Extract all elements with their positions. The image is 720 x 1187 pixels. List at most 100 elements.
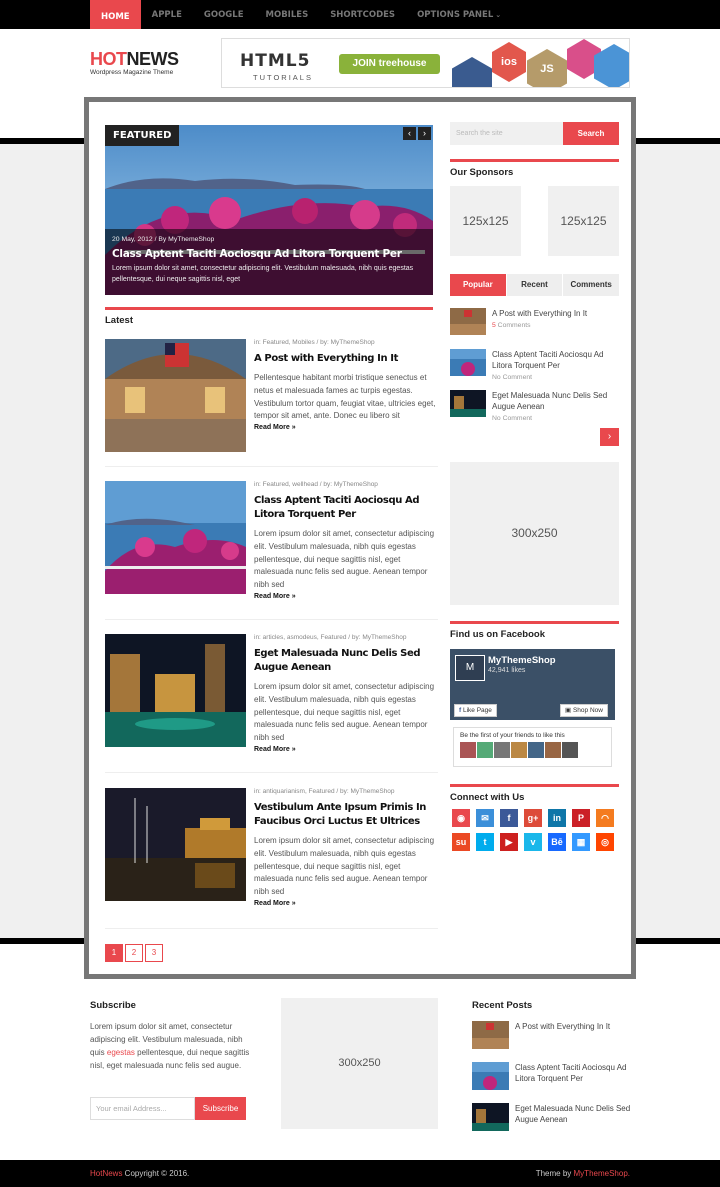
behance-icon[interactable]: Bē (548, 833, 566, 851)
recent-posts-heading: Recent Posts (472, 1000, 533, 1011)
page-2-button[interactable]: 2 (125, 944, 143, 962)
copyright-brand[interactable]: HotNews (90, 1169, 122, 1178)
recent-post-title[interactable]: Eget Malesuada Nunc Delis Sed Augue Aene… (515, 1103, 635, 1125)
banner-subtitle: TUTORIALS (253, 73, 313, 82)
email-icon[interactable]: ✉ (476, 809, 494, 827)
twitter-icon[interactable]: t (476, 833, 494, 851)
hex-js-icon: JS (527, 49, 567, 87)
hex-ios-icon: ios (492, 42, 526, 82)
post-title[interactable]: Vestibulum Ante Ipsum Primis In Faucibus… (254, 801, 438, 829)
tab-post-comments: 5 Comments (492, 320, 619, 331)
ad-125-right[interactable]: 125x125 (548, 186, 619, 256)
tab-post-thumbnail (450, 308, 486, 335)
vimeo-icon[interactable]: v (524, 833, 542, 851)
subscribe-button[interactable]: Subscribe (195, 1097, 246, 1120)
avatar[interactable] (528, 742, 544, 758)
facebook-widget: M MyThemeShop 42,941 likes f Like Page ▣… (450, 649, 615, 769)
header-banner-ad[interactable]: HTML5 TUTORIALS JOIN treehouse ios JS (221, 38, 630, 88)
youtube-icon[interactable]: ▶ (500, 833, 518, 851)
shop-icon: ▣ (565, 707, 573, 714)
dribbble-icon[interactable]: ◉ (452, 809, 470, 827)
facebook-page-name[interactable]: MyThemeShop (488, 655, 556, 666)
reddit-icon[interactable]: ◎ (596, 833, 614, 851)
nav-shortcodes[interactable]: SHORTCODES (319, 0, 406, 29)
featured-title[interactable]: Class Aptent Taciti Aociosqu Ad Litora T… (112, 248, 426, 260)
facebook-icon[interactable]: f (500, 809, 518, 827)
facebook-heading: Find us on Facebook (450, 621, 619, 640)
avatar[interactable] (545, 742, 561, 758)
post-meta: in: articles, asmodeus, Featured / by: M… (254, 634, 407, 641)
tab-post-comments: No Comment (492, 415, 533, 422)
chevron-down-icon: ⌄ (495, 11, 502, 19)
linkedin-icon[interactable]: in (548, 809, 566, 827)
search-button[interactable]: Search (563, 122, 619, 145)
post-body: in: articles, asmodeus, Featured / by: M… (254, 634, 438, 753)
tab-post-title[interactable]: Eget Malesuada Nunc Delis Sed Augue Aene… (492, 390, 619, 412)
post-thumbnail[interactable] (105, 788, 246, 901)
pinterest-icon[interactable]: P (572, 809, 590, 827)
post-title[interactable]: Eget Malesuada Nunc Delis Sed Augue Aene… (254, 647, 438, 675)
read-more-link[interactable]: Read More » (254, 424, 438, 431)
facebook-like-button[interactable]: f Like Page (454, 704, 497, 717)
post-thumbnail[interactable] (105, 481, 246, 594)
connect-heading: Connect with Us (450, 784, 619, 803)
facebook-page-avatar[interactable]: M (455, 655, 485, 681)
tabs-next-button[interactable]: › (600, 428, 619, 446)
avatar[interactable] (460, 742, 476, 758)
ad-300-sidebar[interactable]: 300x250 (450, 462, 619, 605)
nav-home[interactable]: HOME (90, 0, 141, 29)
copyright: HotNews Copyright © 2016. (90, 1160, 189, 1187)
delicious-icon[interactable]: ▦ (572, 833, 590, 851)
tab-post-title[interactable]: A Post with Everything In It (492, 308, 619, 319)
social-icons: ◉ ✉ f g+ in P ◠ su t ▶ v Bē ▦ ◎ (452, 809, 617, 851)
tab-comments[interactable]: Comments (563, 274, 620, 296)
hex-js-label: JS (540, 63, 554, 75)
nav-options-panel[interactable]: OPTIONS PANEL ⌄ (406, 0, 512, 29)
post-item: in: antiquarianism, Featured / by: MyThe… (105, 788, 438, 929)
post-thumbnail[interactable] (105, 339, 246, 452)
friend-avatars (460, 742, 605, 758)
tab-recent[interactable]: Recent (506, 274, 563, 296)
google-plus-icon[interactable]: g+ (524, 809, 542, 827)
search-input[interactable]: Search the site (450, 122, 563, 145)
read-more-link[interactable]: Read More » (254, 900, 438, 907)
rss-icon[interactable]: ◠ (596, 809, 614, 827)
post-title[interactable]: A Post with Everything In It (254, 352, 438, 366)
recent-post-title[interactable]: A Post with Everything In It (515, 1021, 635, 1032)
avatar[interactable] (494, 742, 510, 758)
featured-label: FEATURED (105, 125, 180, 146)
nav-apple[interactable]: APPLE (141, 0, 193, 29)
email-field[interactable]: Your email Address... (90, 1097, 195, 1120)
ad-125-left[interactable]: 125x125 (450, 186, 521, 256)
facebook-shop-button[interactable]: ▣ Shop Now (560, 704, 608, 717)
site-logo[interactable]: HOTNEWS (90, 49, 179, 70)
tab-popular[interactable]: Popular (450, 274, 506, 296)
avatar[interactable] (562, 742, 578, 758)
site-header: HOTNEWS Wordpress Magazine Theme HTML5 T… (0, 29, 720, 99)
banner-join-button[interactable]: JOIN treehouse (339, 54, 440, 74)
page-1-button[interactable]: 1 (105, 944, 123, 962)
avatar[interactable] (477, 742, 493, 758)
theme-link[interactable]: MyThemeShop (574, 1169, 628, 1178)
main-container: FEATURED ‹ › 20 May, 2012 / By MyThemeSh… (84, 97, 636, 979)
post-body: in: antiquarianism, Featured / by: MyThe… (254, 788, 438, 907)
stumbleupon-icon[interactable]: su (452, 833, 470, 851)
ad-300-footer[interactable]: 300x250 (281, 998, 438, 1129)
post-tabs: Popular Recent Comments (450, 274, 620, 296)
read-more-link[interactable]: Read More » (254, 593, 438, 600)
slider-next-button[interactable]: › (418, 127, 431, 140)
page-3-button[interactable]: 3 (145, 944, 163, 962)
nav-options-label: OPTIONS PANEL (417, 10, 494, 20)
nav-mobiles[interactable]: MOBILES (255, 0, 320, 29)
subscribe-text-link[interactable]: egestas (107, 1048, 135, 1057)
post-thumbnail[interactable] (105, 634, 246, 747)
nav-google[interactable]: GOOGLE (193, 0, 255, 29)
post-title[interactable]: Class Aptent Taciti Aociosqu Ad Litora T… (254, 494, 438, 522)
recent-post-title[interactable]: Class Aptent Taciti Aociosqu Ad Litora T… (515, 1062, 635, 1084)
avatar[interactable] (511, 742, 527, 758)
tab-post-text: Eget Malesuada Nunc Delis Sed Augue Aene… (492, 390, 619, 424)
read-more-link[interactable]: Read More » (254, 746, 438, 753)
tab-post-title[interactable]: Class Aptent Taciti Aociosqu Ad Litora T… (492, 349, 619, 371)
slider-prev-button[interactable]: ‹ (403, 127, 416, 140)
featured-slider[interactable]: FEATURED ‹ › 20 May, 2012 / By MyThemeSh… (105, 125, 433, 295)
